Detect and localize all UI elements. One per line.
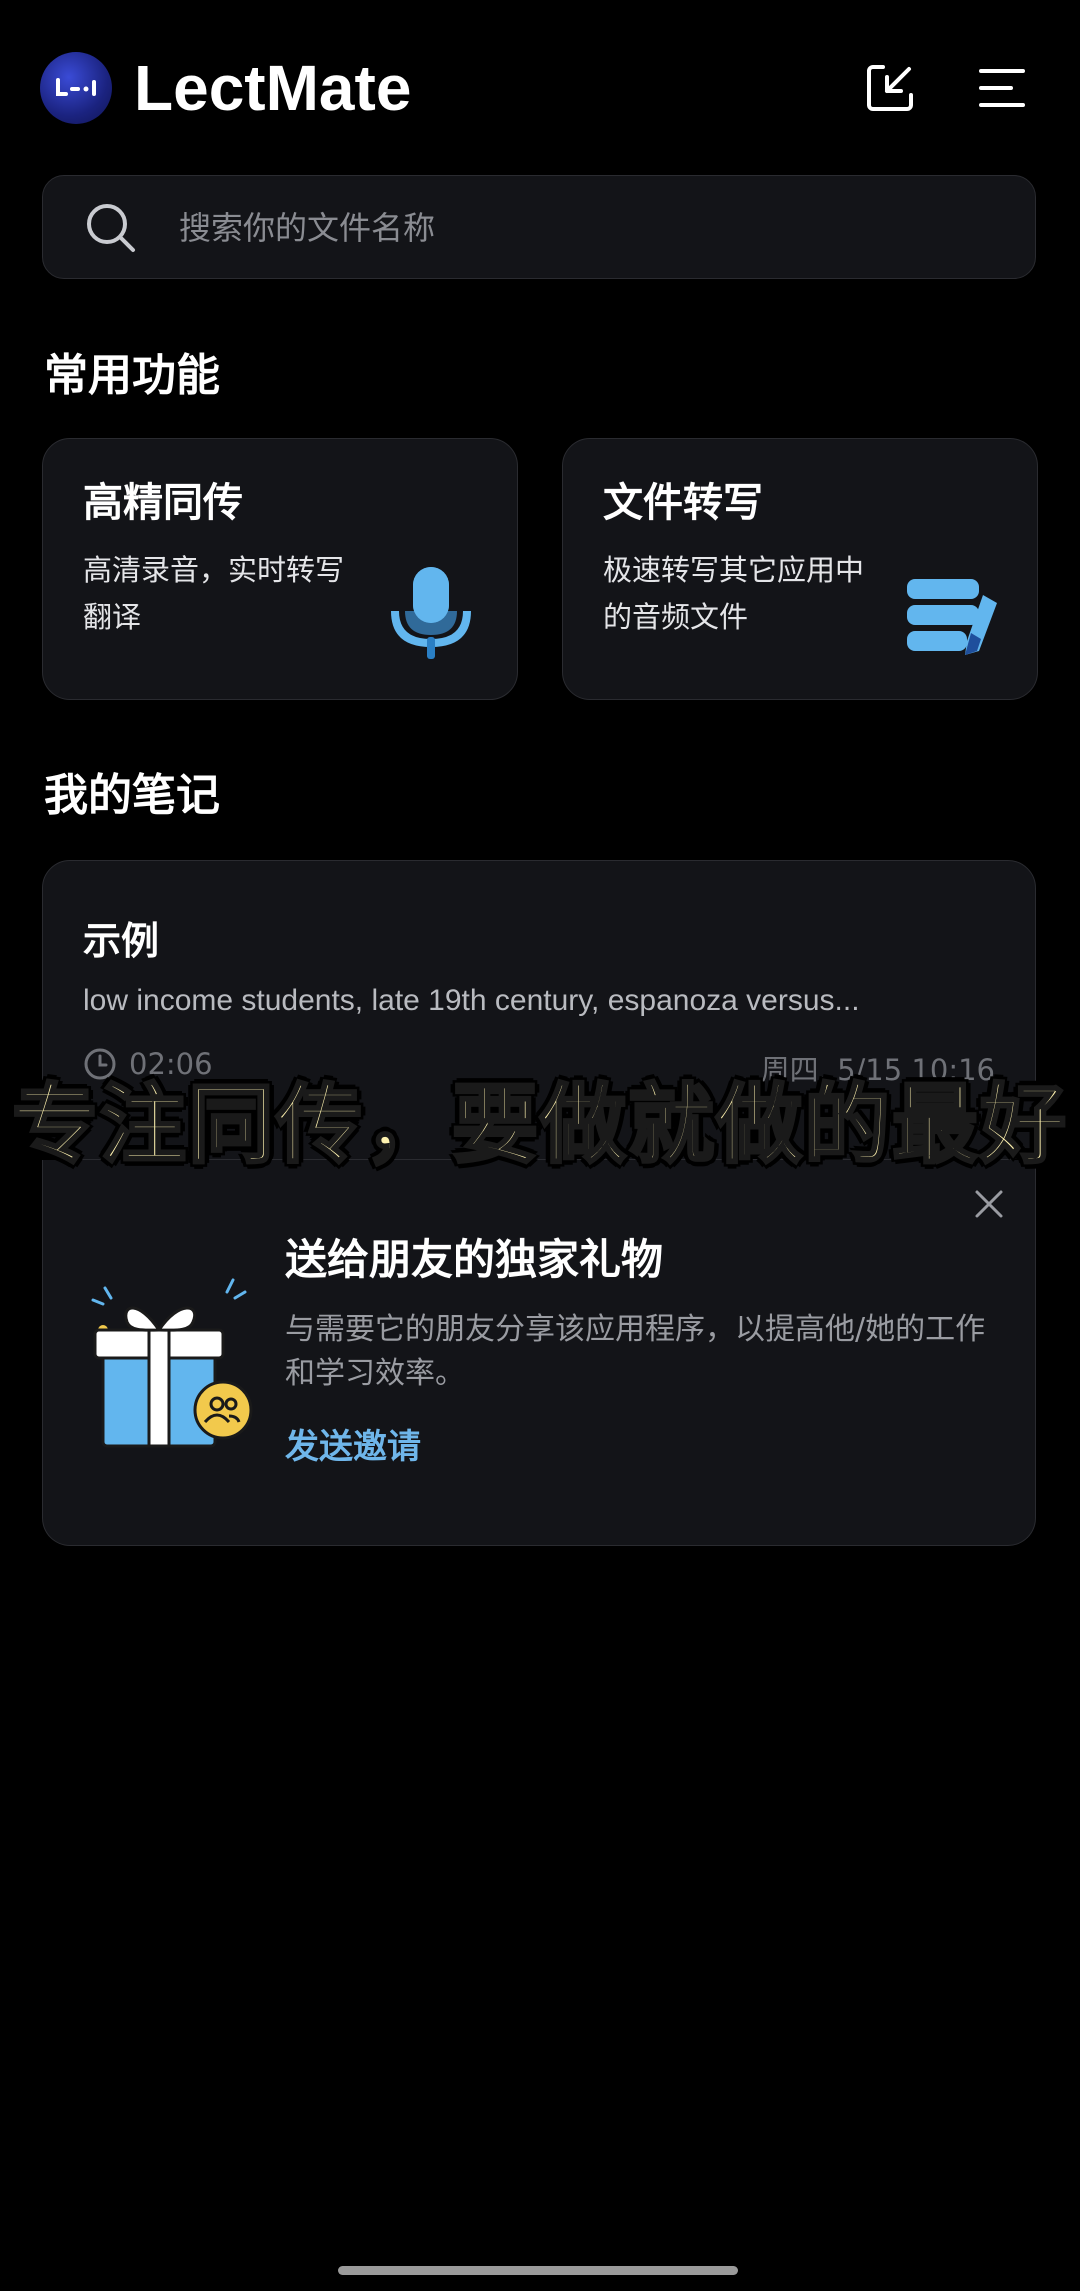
- close-icon[interactable]: [969, 1184, 1009, 1224]
- search-input[interactable]: [177, 176, 1001, 280]
- feature-card-simultaneous-interpretation[interactable]: 高精同传 高清录音，实时转写翻译: [42, 438, 518, 700]
- search-bar[interactable]: [42, 175, 1036, 280]
- feature-description: 高清录音，实时转写翻译: [83, 553, 345, 634]
- note-preview: low income students, late 19th century, …: [83, 984, 860, 1017]
- menu-button[interactable]: [972, 58, 1032, 118]
- app-title: LectMate: [134, 52, 412, 124]
- feature-title: 文件转写: [603, 480, 763, 526]
- section-title-my-notes: 我的笔记: [44, 770, 220, 821]
- invite-title: 送给朋友的独家礼物: [285, 1235, 664, 1284]
- note-title: 示例: [83, 919, 160, 963]
- section-title-common-features: 常用功能: [44, 350, 220, 401]
- feature-description: 极速转写其它应用中的音频文件: [603, 553, 865, 634]
- invite-description: 与需要它的朋友分享该应用程序，以提高他/她的工作和学习效率。: [285, 1312, 986, 1391]
- search-icon: [87, 204, 135, 252]
- overlay-caption: 专注同传，要做就做的最好: [11, 1074, 1068, 1177]
- hamburger-menu-icon: [979, 69, 1025, 107]
- import-file-button[interactable]: [860, 58, 920, 118]
- feature-title: 高精同传: [83, 480, 243, 526]
- gift-icon: [91, 1278, 253, 1448]
- feature-card-file-transcription[interactable]: 文件转写 极速转写其它应用中的音频文件: [562, 438, 1038, 700]
- document-stack-icon: [907, 579, 997, 655]
- invite-card: 送给朋友的独家礼物 与需要它的朋友分享该应用程序，以提高他/她的工作和学习效率。…: [42, 1160, 1036, 1546]
- logo-icon: [56, 78, 96, 96]
- microphone-icon: [391, 567, 471, 659]
- app-logo: [40, 52, 112, 124]
- home-indicator[interactable]: [338, 2266, 738, 2275]
- send-invite-link[interactable]: 发送邀请: [285, 1422, 421, 1472]
- import-icon: [867, 65, 913, 111]
